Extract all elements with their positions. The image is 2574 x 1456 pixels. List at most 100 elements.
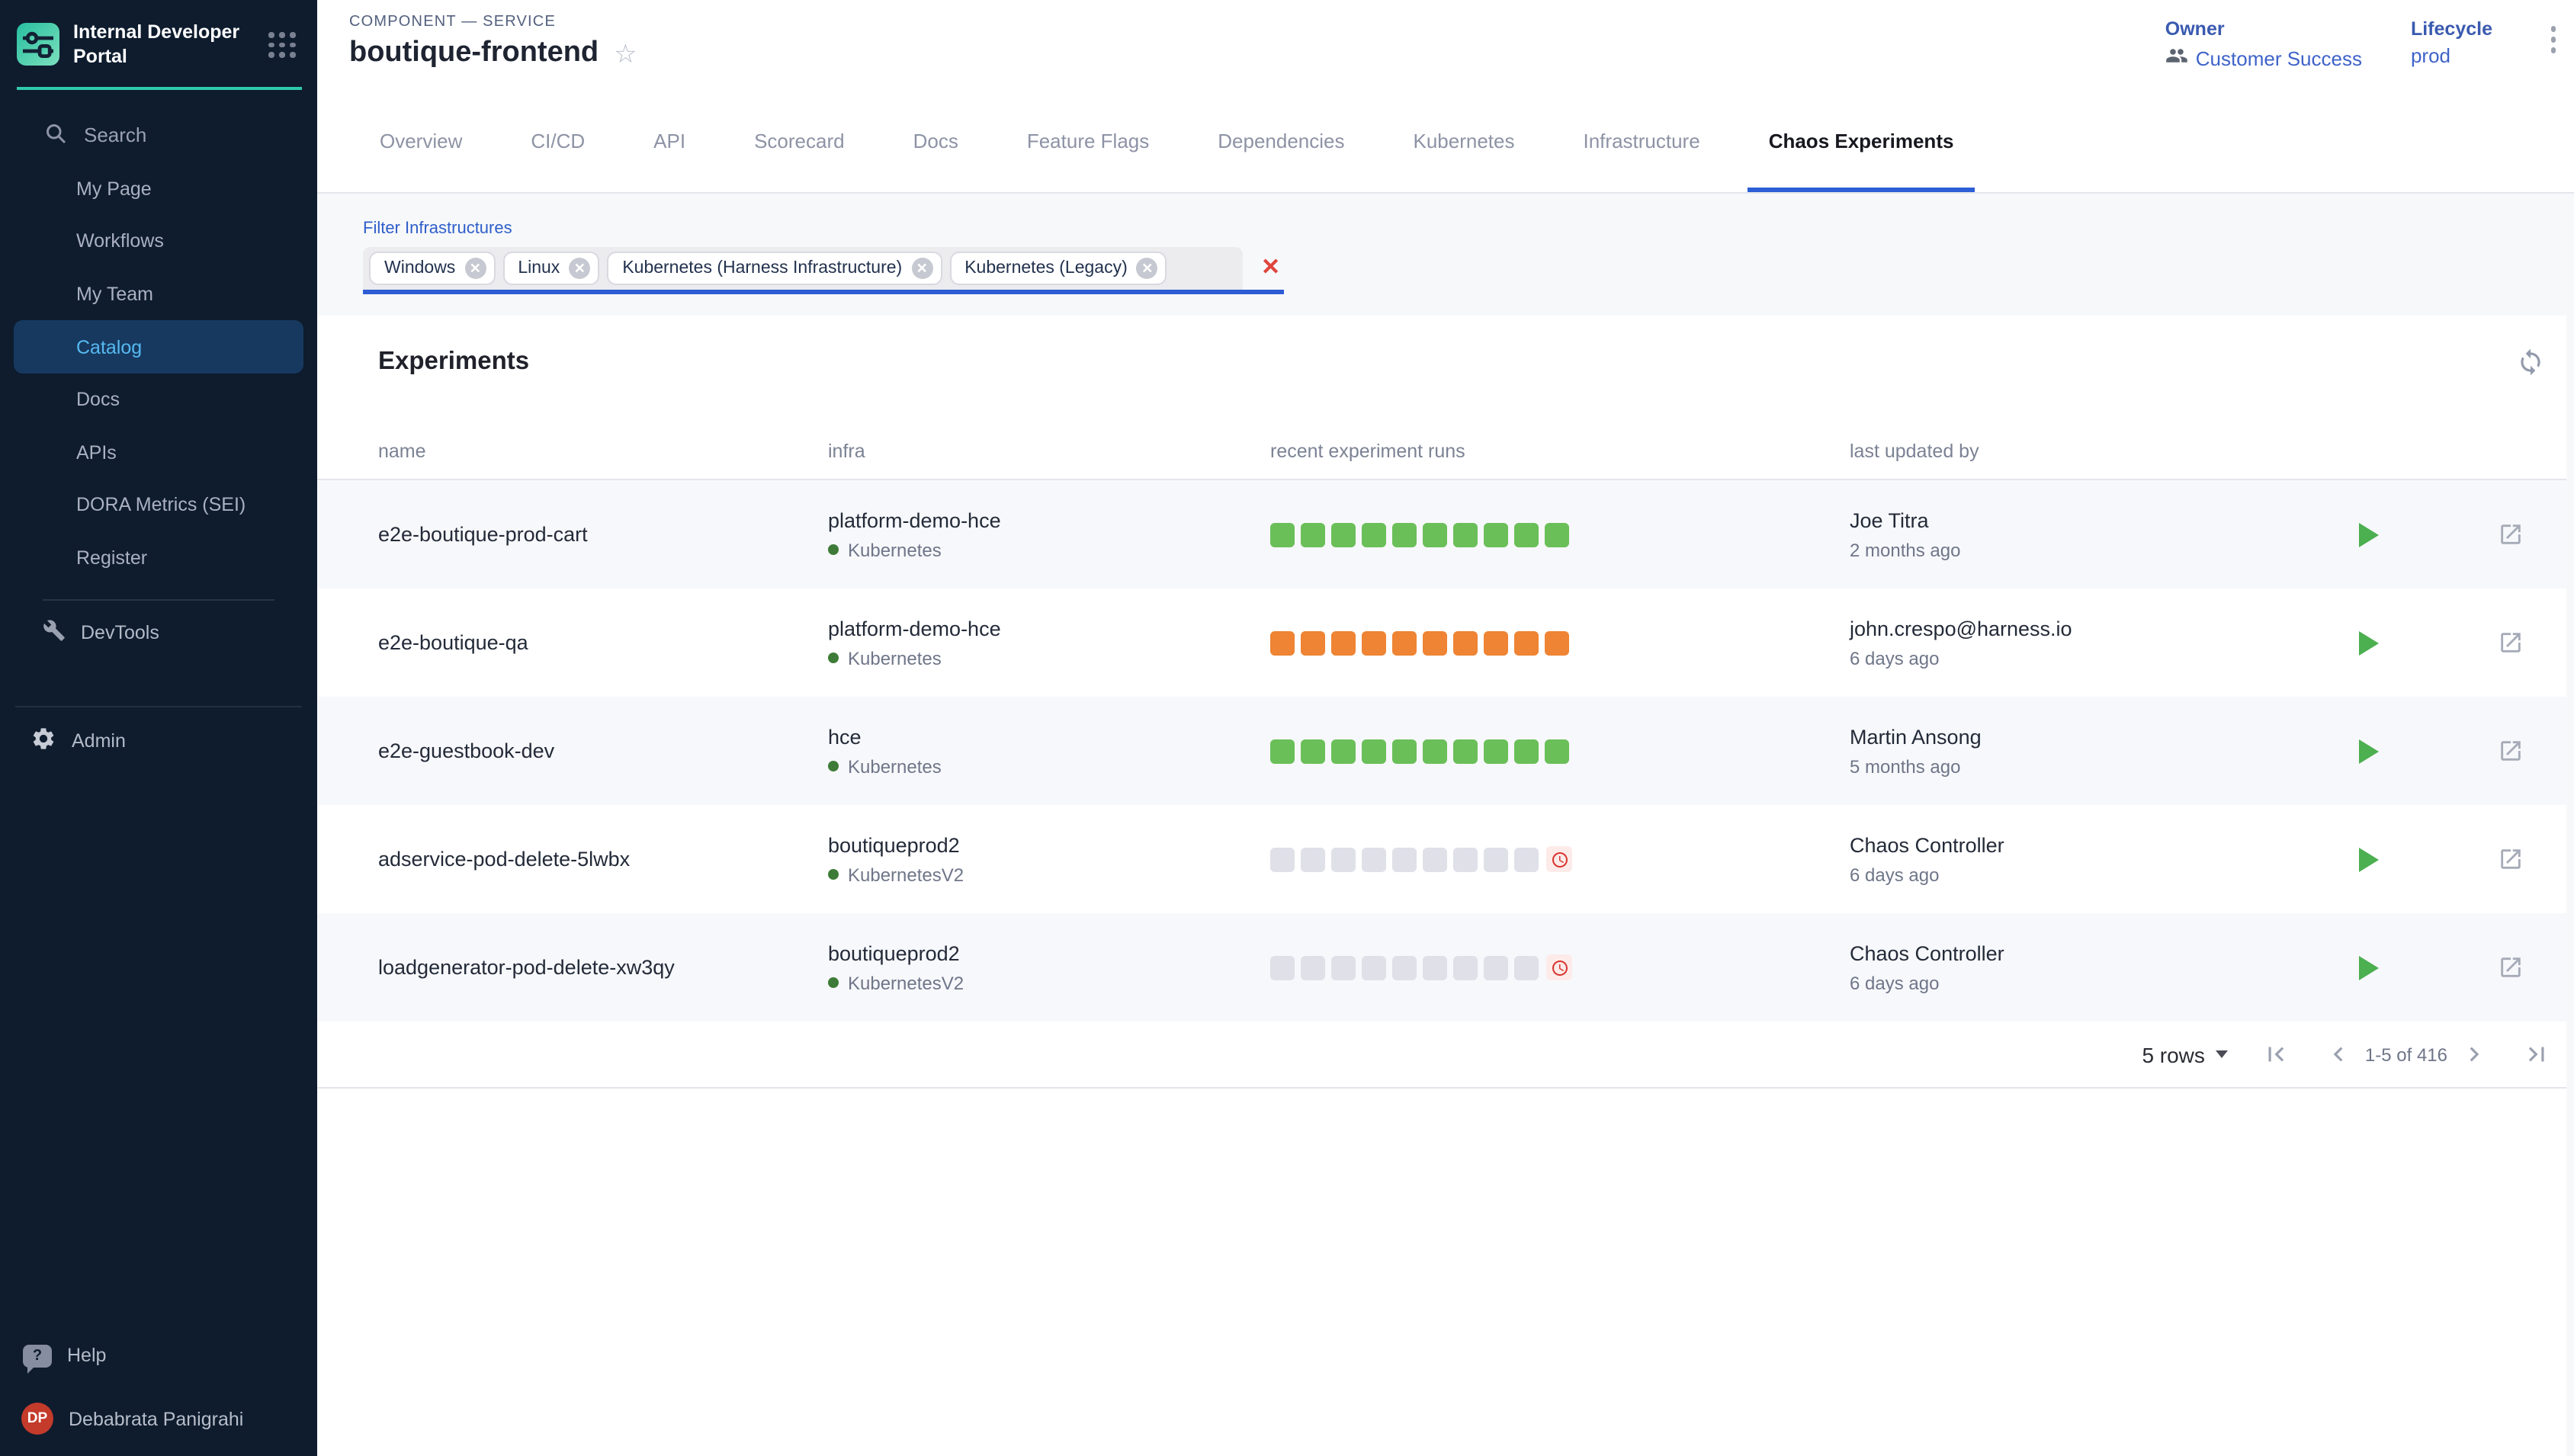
column-header-infra: infra (828, 440, 865, 461)
run-status-square-gray (1301, 955, 1325, 980)
open-experiment-link[interactable] (2498, 738, 2524, 764)
table-row[interactable]: adservice-pod-delete-5lwbx boutiqueprod2… (317, 805, 2566, 913)
last-page-button[interactable] (2522, 1040, 2551, 1069)
favorite-star-icon[interactable]: ☆ (614, 40, 637, 66)
filter-input[interactable]: Windows✕Linux✕Kubernetes (Harness Infras… (363, 247, 1284, 294)
run-status-square-green (1392, 739, 1417, 763)
updated-by: Joe Titra (1850, 508, 2347, 531)
open-experiment-link[interactable] (2498, 954, 2524, 980)
tab-overview[interactable]: Overview (358, 95, 483, 192)
open-experiment-link[interactable] (2498, 846, 2524, 872)
app-logo-icon[interactable] (17, 24, 59, 66)
prev-page-button[interactable] (2324, 1040, 2353, 1069)
chip-close-icon[interactable]: ✕ (1137, 258, 1158, 279)
run-status-square-gray (1423, 955, 1447, 980)
tab-docs[interactable]: Docs (892, 95, 980, 192)
tab-ci-cd[interactable]: CI/CD (509, 95, 606, 192)
sidebar-item-docs[interactable]: Docs (0, 374, 317, 426)
sidebar-item-my-page[interactable]: My Page (0, 162, 317, 215)
filter-chip-windows: Windows✕ (369, 252, 495, 285)
first-page-button[interactable] (2261, 1040, 2290, 1069)
refresh-icon[interactable] (2516, 348, 2545, 377)
column-header-name: name (378, 440, 426, 461)
caret-down-icon (2216, 1050, 2228, 1058)
run-experiment-button[interactable] (2359, 522, 2379, 547)
run-status-square-green (1484, 739, 1508, 763)
updated-by: Chaos Controller (1850, 941, 2347, 964)
entity-header: COMPONENT — SERVICE boutique-frontend ☆ … (317, 0, 2574, 95)
filter-chipbar: Windows✕Linux✕Kubernetes (Harness Infras… (363, 247, 1243, 290)
run-status-square-green (1331, 522, 1356, 547)
infra-name: platform-demo-hce (828, 508, 1270, 531)
chip-close-icon[interactable]: ✕ (569, 258, 590, 279)
run-status-square-green (1453, 522, 1478, 547)
chip-close-icon[interactable]: ✕ (911, 258, 932, 279)
experiment-name: e2e-boutique-qa (378, 630, 528, 653)
tab-scorecard[interactable]: Scorecard (733, 95, 866, 192)
run-status-square-gray (1362, 847, 1386, 871)
tab-kubernetes[interactable]: Kubernetes (1392, 95, 1536, 192)
chip-close-icon[interactable]: ✕ (464, 258, 486, 279)
sidebar-item-workflows[interactable]: Workflows (0, 215, 317, 268)
rows-per-page-select[interactable]: 5 rows (2142, 1042, 2227, 1066)
updated-at: 6 days ago (1850, 864, 2347, 885)
run-experiment-button[interactable] (2359, 739, 2379, 763)
user-menu[interactable]: DP Debabrata Panigrahi (0, 1403, 317, 1456)
run-experiment-button[interactable] (2359, 955, 2379, 980)
experiment-name: loadgenerator-pod-delete-xw3qy (378, 955, 675, 978)
run-status-square-green (1514, 739, 1539, 763)
infra-name: boutiqueprod2 (828, 833, 1270, 856)
sidebar-item-dora-metrics-sei[interactable]: DORA Metrics (SEI) (0, 479, 317, 531)
table-row[interactable]: e2e-boutique-prod-cart platform-demo-hce… (317, 480, 2566, 588)
main-area: COMPONENT — SERVICE boutique-frontend ☆ … (317, 0, 2574, 1456)
run-status-square-gray (1484, 955, 1508, 980)
run-status-square-orange (1301, 630, 1325, 655)
tab-chaos-experiments[interactable]: Chaos Experiments (1748, 95, 1975, 192)
sidebar-item-admin[interactable]: Admin (0, 719, 317, 765)
next-page-button[interactable] (2460, 1040, 2489, 1069)
user-name: Debabrata Panigrahi (69, 1408, 243, 1429)
pagination-range: 1-5 of 416 (2365, 1044, 2447, 1065)
sidebar-item-apis[interactable]: APIs (0, 426, 317, 479)
sidebar-item-my-team[interactable]: My Team (0, 268, 317, 320)
run-status-square-gray (1423, 847, 1447, 871)
run-status-square-green (1270, 522, 1295, 547)
open-experiment-link[interactable] (2498, 521, 2524, 547)
run-experiment-button[interactable] (2359, 630, 2379, 655)
user-avatar: DP (21, 1403, 53, 1435)
tab-infrastructure[interactable]: Infrastructure (1562, 95, 1722, 192)
run-status-square-orange (1423, 630, 1447, 655)
run-experiment-button[interactable] (2359, 847, 2379, 871)
run-status-square-orange (1270, 630, 1295, 655)
sidebar-item-search[interactable]: Search (0, 117, 317, 153)
admin-label: Admin (72, 731, 126, 752)
run-status-square-gray (1331, 955, 1356, 980)
tab-api[interactable]: API (632, 95, 707, 192)
infra-type: KubernetesV2 (848, 864, 964, 885)
filter-infrastructures-link[interactable]: Filter Infrastructures (363, 220, 2574, 238)
tab-feature-flags[interactable]: Feature Flags (1006, 95, 1170, 192)
apps-grid-icon[interactable] (265, 29, 299, 60)
sidebar-item-register[interactable]: Register (0, 531, 317, 584)
table-row[interactable]: loadgenerator-pod-delete-xw3qy boutiquep… (317, 913, 2566, 1021)
open-experiment-link[interactable] (2498, 630, 2524, 656)
sidebar-item-help[interactable]: ? Help (0, 1333, 317, 1378)
run-status-square-gray (1392, 847, 1417, 871)
table-row[interactable]: e2e-guestbook-dev hce Kubernetes Martin … (317, 697, 2566, 805)
sidebar-accent-divider (17, 86, 302, 89)
run-status-square-gray (1514, 955, 1539, 980)
chip-label: Linux (518, 259, 560, 277)
sidebar-item-devtools[interactable]: DevTools (0, 611, 317, 656)
status-dot-icon (828, 977, 839, 988)
sidebar-item-catalog[interactable]: Catalog (14, 321, 303, 374)
table-body: e2e-boutique-prod-cart platform-demo-hce… (317, 480, 2566, 1021)
tab-dependencies[interactable]: Dependencies (1196, 95, 1366, 192)
infra-type: Kubernetes (848, 539, 942, 560)
clear-filters-button[interactable]: ✕ (1261, 255, 1280, 281)
help-chat-icon: ? (23, 1344, 52, 1367)
owner-link[interactable]: Customer Success (2165, 44, 2362, 72)
table-row[interactable]: e2e-boutique-qa platform-demo-hce Kubern… (317, 588, 2566, 697)
column-header-recent-experiment-runs: recent experiment runs (1270, 440, 1465, 461)
kebab-menu-icon[interactable] (2550, 18, 2556, 53)
breadcrumb: COMPONENT — SERVICE (349, 14, 637, 30)
